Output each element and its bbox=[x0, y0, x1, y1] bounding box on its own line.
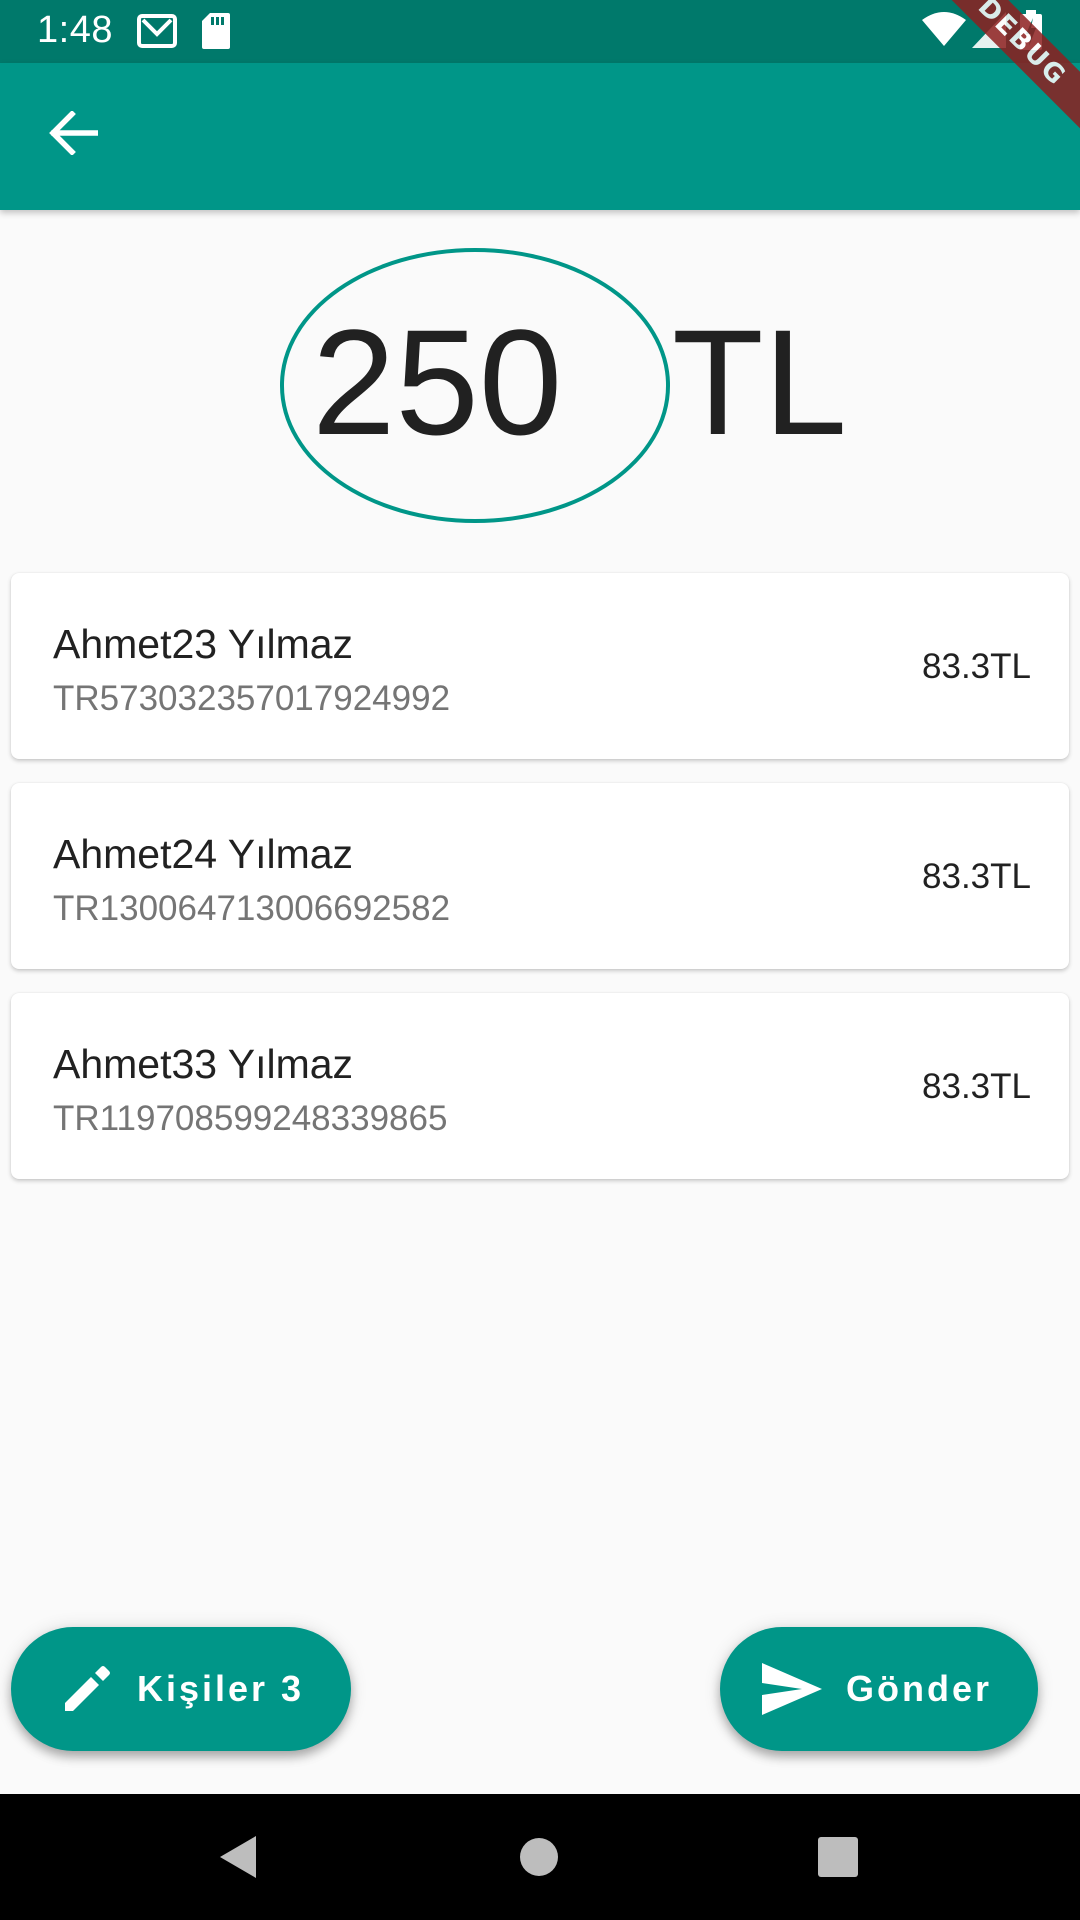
send-button-label: Gönder bbox=[846, 1668, 993, 1709]
status-time: 1:48 bbox=[37, 9, 113, 51]
recipient-share: 83.3TL bbox=[922, 1067, 1031, 1106]
recipient-name: Ahmet24 Yılmaz bbox=[53, 831, 354, 877]
recipient-iban: TR130064713006692582 bbox=[53, 889, 451, 928]
people-button-label: Kişiler 3 bbox=[137, 1668, 305, 1709]
recipient-iban: TR573032357017924992 bbox=[53, 679, 451, 718]
recipient-name: Ahmet33 Yılmaz bbox=[53, 1041, 354, 1087]
system-nav-bar bbox=[0, 1794, 1080, 1920]
recipient-card[interactable]: Ahmet23 Yılmaz TR573032357017924992 83.3… bbox=[11, 573, 1069, 759]
recents-square-icon[interactable] bbox=[818, 1837, 858, 1882]
currency-label: TL bbox=[672, 298, 848, 466]
app-bar bbox=[0, 63, 1080, 210]
amount-value: 250 bbox=[312, 298, 563, 466]
wifi-icon bbox=[922, 12, 966, 53]
amount-input[interactable]: 250 bbox=[280, 248, 670, 523]
recipient-share: 83.3TL bbox=[922, 647, 1031, 686]
home-circle-icon[interactable] bbox=[519, 1837, 559, 1882]
recipient-name: Ahmet23 Yılmaz bbox=[53, 621, 354, 667]
back-triangle-icon[interactable] bbox=[218, 1834, 258, 1885]
recipient-share: 83.3TL bbox=[922, 857, 1031, 896]
recipient-card[interactable]: Ahmet33 Yılmaz TR119708599248339865 83.3… bbox=[11, 993, 1069, 1179]
gmail-icon bbox=[137, 14, 177, 53]
send-icon bbox=[762, 1663, 822, 1715]
arrow-back-icon bbox=[48, 109, 99, 160]
people-button[interactable]: Kişiler 3 bbox=[11, 1627, 351, 1751]
recipient-card[interactable]: Ahmet24 Yılmaz TR130064713006692582 83.3… bbox=[11, 783, 1069, 969]
back-button[interactable] bbox=[28, 90, 118, 180]
send-button[interactable]: Gönder bbox=[720, 1627, 1038, 1751]
pencil-icon bbox=[59, 1661, 115, 1717]
sd-card-icon bbox=[202, 13, 230, 54]
recipient-iban: TR119708599248339865 bbox=[53, 1099, 448, 1138]
status-bar: 1:48 bbox=[0, 0, 1080, 63]
